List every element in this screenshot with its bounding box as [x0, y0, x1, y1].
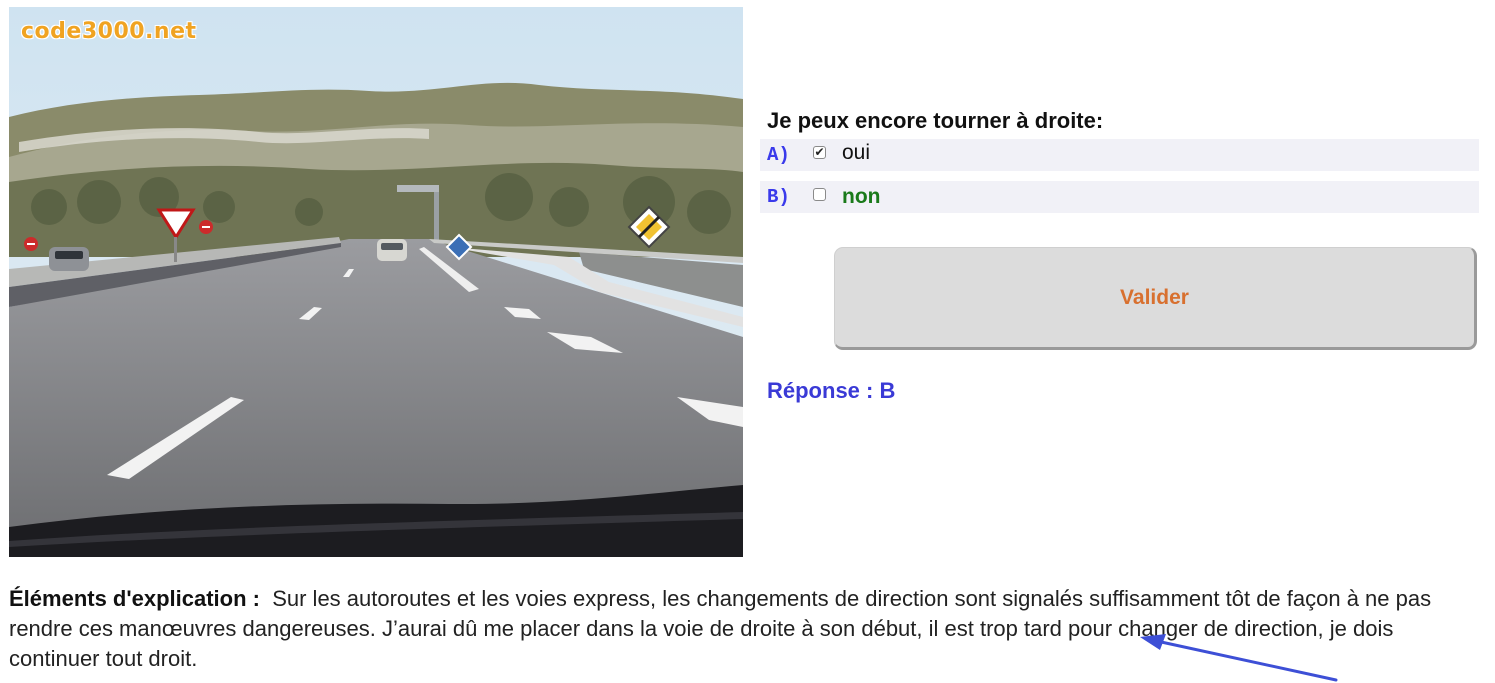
option-b[interactable]: B) non [760, 181, 1479, 213]
option-a-checkbox[interactable]: ✔ [813, 145, 826, 159]
option-a[interactable]: A) ✔ oui [760, 139, 1479, 171]
option-a-letter: A) [767, 144, 790, 166]
option-b-checkbox[interactable] [813, 187, 826, 201]
road-scene-image [9, 7, 743, 557]
question-photo: code3000.net [9, 7, 743, 557]
option-a-label: oui [842, 141, 871, 164]
validate-button[interactable]: Valider [834, 247, 1477, 350]
answer-text: Réponse : B [767, 378, 896, 403]
explanation-label: Éléments d'explication : [9, 586, 260, 611]
question-text: Je peux encore tourner à droite: [767, 108, 1104, 133]
arrow-annotation-icon [1140, 634, 1338, 682]
option-b-label: non [842, 185, 881, 208]
checkmark-icon: ✔ [814, 145, 825, 159]
watermark-logo: code3000.net [21, 19, 197, 44]
option-b-letter: B) [767, 186, 790, 208]
